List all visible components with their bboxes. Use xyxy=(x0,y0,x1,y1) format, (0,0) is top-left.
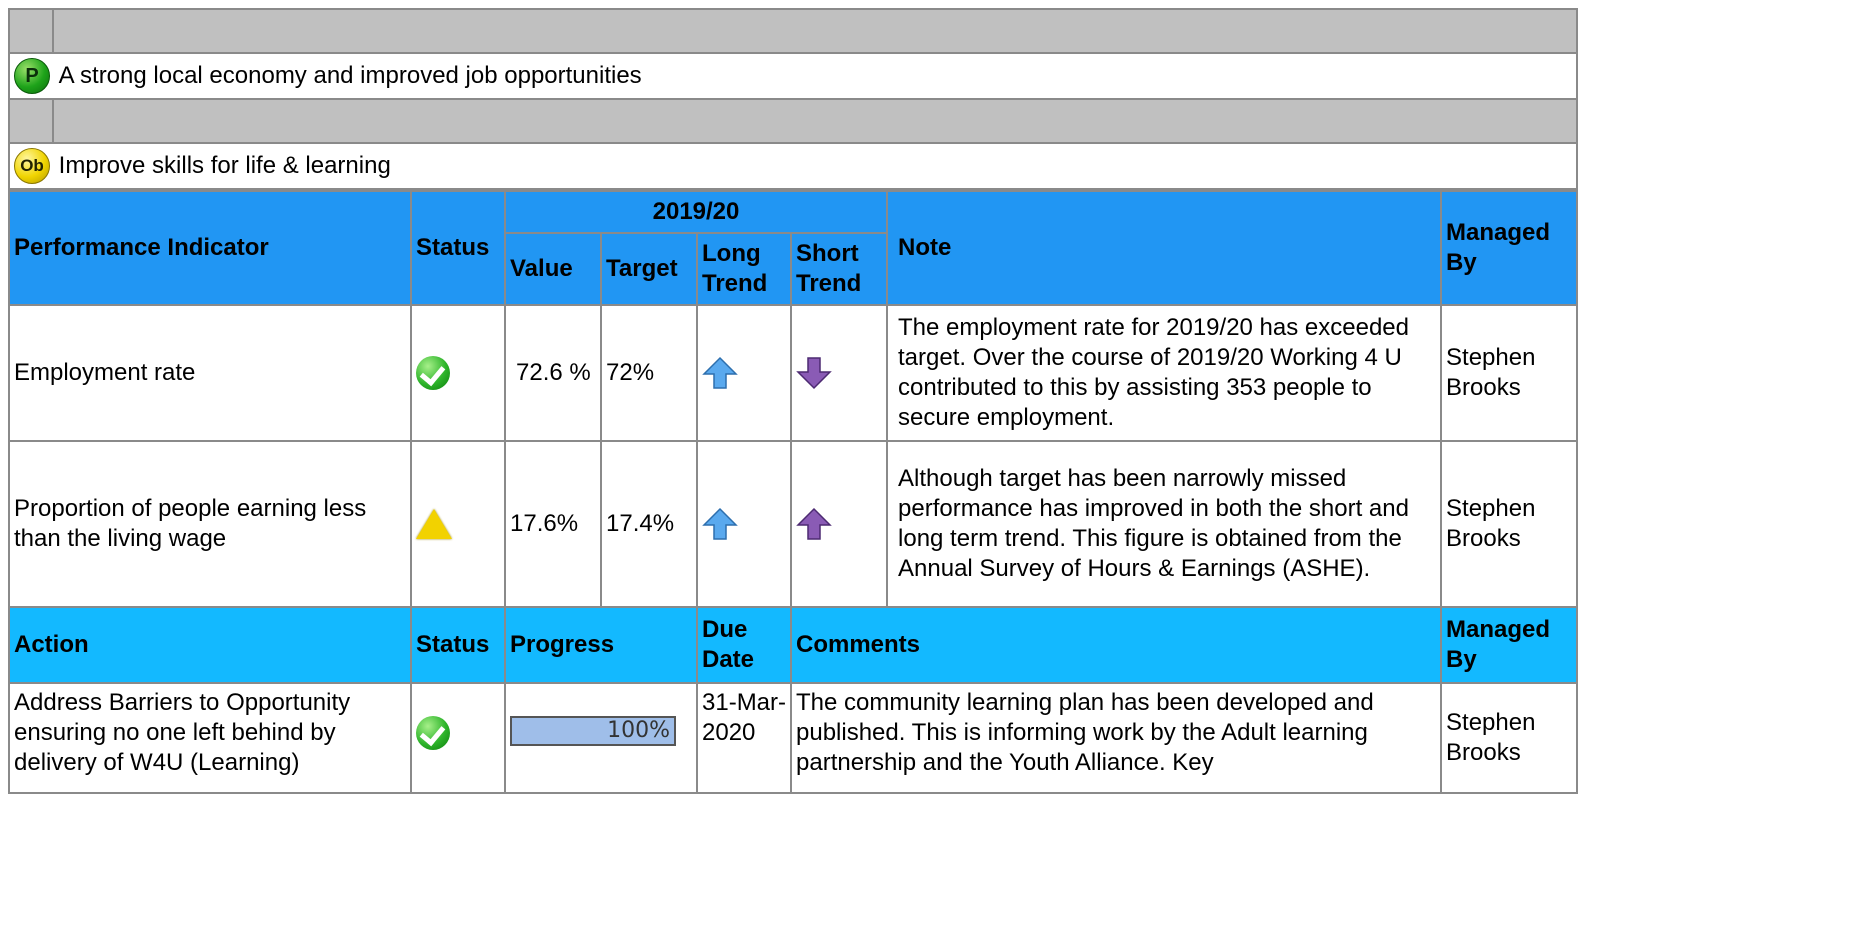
action-managed-by: Stephen Brooks xyxy=(1440,682,1579,794)
pi-header-row-1: Performance Indicator Status 2019/20 Not… xyxy=(8,190,1579,306)
action-header-action: Action xyxy=(8,606,412,684)
purple-up-arrow-icon xyxy=(796,507,832,540)
pi-header-note: Note xyxy=(886,190,1443,306)
pi-note: The employment rate for 2019/20 has exce… xyxy=(886,304,1443,442)
section-spacer-row xyxy=(8,98,1578,144)
progress-label: 100% xyxy=(607,718,670,743)
pi-header-status: Status xyxy=(410,190,506,306)
performance-report: P A strong local economy and improved jo… xyxy=(8,8,1579,794)
action-header-progress: Progress xyxy=(504,606,698,684)
pi-value: 17.6% xyxy=(504,440,602,608)
action-header-due-date: Due Date xyxy=(696,606,792,684)
pi-header-long-trend: Long Trend xyxy=(696,232,792,306)
action-header-managed-by: Managed By xyxy=(1440,606,1579,684)
table-row: Address Barriers to Opportunity ensuring… xyxy=(8,682,1579,794)
priority-badge-icon: P xyxy=(14,58,50,94)
purple-down-arrow-icon xyxy=(796,357,832,390)
pi-header-short-trend: Short Trend xyxy=(789,232,889,306)
pi-indicator-name: Employment rate xyxy=(8,304,412,442)
objective-row: Ob Improve skills for life & learning xyxy=(8,142,1578,190)
objective-label: Improve skills for life & learning xyxy=(58,152,391,179)
section-spacer-row xyxy=(8,8,1578,54)
pi-target: 17.4% xyxy=(600,440,698,608)
blue-up-arrow-icon xyxy=(702,507,738,540)
action-header-comments: Comments xyxy=(789,606,1443,684)
section-header-table: P A strong local economy and improved jo… xyxy=(8,8,1578,190)
action-comments: The community learning plan has been dev… xyxy=(789,682,1443,794)
pi-header-period: 2019/20 xyxy=(503,190,889,234)
priority-row: P A strong local economy and improved jo… xyxy=(8,52,1578,100)
table-row: Employment rate 72.6 % 72% The employmen… xyxy=(8,304,1579,442)
pi-value: 72.6 % xyxy=(504,304,602,442)
progress-bar: 100% xyxy=(510,716,676,746)
green-check-icon xyxy=(416,356,450,390)
action-header-row: Action Status Progress Due Date Comments… xyxy=(8,606,1579,684)
green-check-icon xyxy=(416,716,450,750)
pi-header-managed-by: Managed By xyxy=(1440,190,1579,306)
pi-managed-by: Stephen Brooks xyxy=(1440,304,1579,442)
action-due-date: 31-Mar-2020 xyxy=(696,682,792,794)
pi-target: 72% xyxy=(600,304,698,442)
performance-table: Performance Indicator Status 2019/20 Not… xyxy=(8,190,1579,794)
action-header-status: Status xyxy=(410,606,506,684)
pi-header-target: Target xyxy=(600,232,698,306)
amber-warning-icon xyxy=(416,509,452,539)
table-row: Proportion of people earning less than t… xyxy=(8,440,1579,608)
pi-managed-by: Stephen Brooks xyxy=(1440,440,1579,608)
pi-note: Although target has been narrowly missed… xyxy=(886,440,1443,608)
priority-label: A strong local economy and improved job … xyxy=(58,62,642,89)
pi-header-indicator: Performance Indicator xyxy=(8,190,412,306)
objective-badge-icon: Ob xyxy=(14,148,50,184)
blue-up-arrow-icon xyxy=(702,356,738,389)
pi-indicator-name: Proportion of people earning less than t… xyxy=(8,440,412,608)
action-name: Address Barriers to Opportunity ensuring… xyxy=(8,682,412,794)
pi-header-value: Value xyxy=(504,232,602,306)
